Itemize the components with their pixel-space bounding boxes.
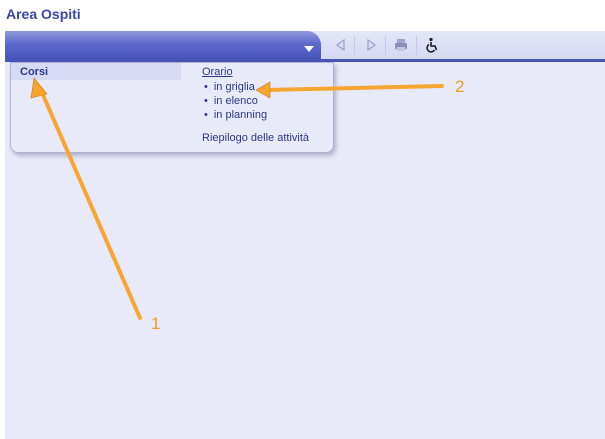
arrowhead-2 bbox=[255, 81, 271, 99]
callout-number-2: 2 bbox=[455, 77, 465, 96]
callout-arrow-1 bbox=[38, 86, 142, 320]
callout-arrows bbox=[30, 77, 444, 320]
callout-arrow-2 bbox=[264, 84, 444, 92]
callout-number-1: 1 bbox=[151, 314, 161, 333]
